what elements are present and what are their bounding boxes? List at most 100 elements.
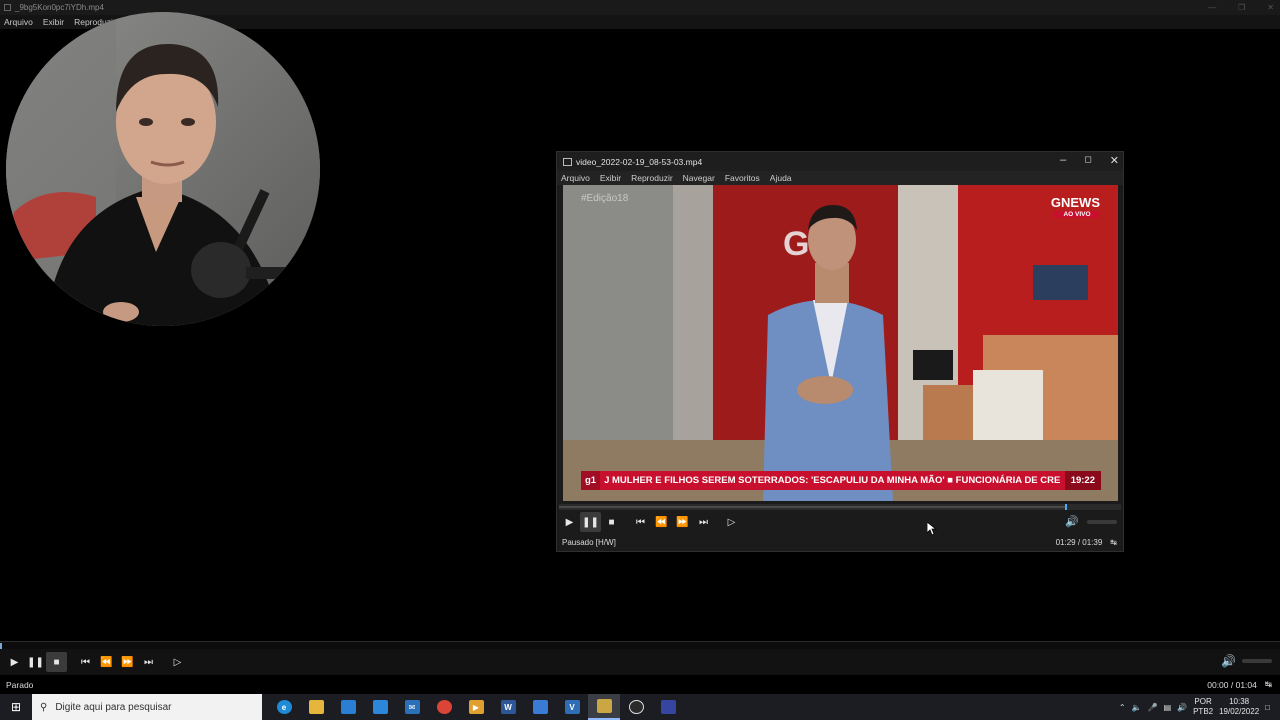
language-bottom: PTB2 — [1193, 707, 1214, 716]
outer-frame-step-button[interactable]: ▷ — [167, 652, 188, 672]
inner-menu-arquivo[interactable]: Arquivo — [561, 173, 590, 183]
inner-seek-fill — [559, 506, 1065, 508]
inner-next-button[interactable]: ⏭ — [693, 512, 714, 532]
outer-status-text: Parado — [6, 679, 34, 690]
app-arrow-icon[interactable] — [332, 694, 364, 720]
webcam-overlay — [6, 12, 320, 326]
inner-rewind-button[interactable]: ⏪ — [651, 512, 672, 532]
inner-forward-button[interactable]: ⏩ — [672, 512, 693, 532]
obs-icon[interactable] — [620, 694, 652, 720]
language-top: POR — [1194, 697, 1212, 706]
maximize-button[interactable]: ❐ — [1238, 3, 1245, 12]
inner-speaker-icon[interactable]: 🔊 — [1065, 515, 1079, 528]
inner-volume-slider[interactable] — [1087, 519, 1117, 524]
inner-play-button[interactable]: ▶ — [559, 512, 580, 532]
outer-statusbar: Parado 00:00 / 01:04 ↹ — [0, 675, 1280, 694]
windows-start-button[interactable]: ⊞ — [0, 694, 32, 720]
volume-icon[interactable]: 🔊 — [1177, 703, 1187, 712]
speaker-icon[interactable]: 🔈 — [1132, 703, 1142, 712]
channel-logo: GNEWS AO VIVO — [1036, 195, 1100, 223]
inner-window-title: video_2022-02-19_08-53-03.mp4 — [576, 156, 703, 167]
clock-date: 19/02/2022 — [1219, 707, 1260, 716]
taskbar-search-placeholder: Digite aqui para pesquisar — [55, 701, 172, 713]
inner-video-frame[interactable]: GN #Edição18 GNEWS AO VIVO g1 J MULHER E… — [563, 185, 1118, 501]
outer-seekbar[interactable] — [0, 641, 1280, 649]
inner-player-window: video_2022-02-19_08-53-03.mp4 – ◻ ✕ Arqu… — [556, 151, 1124, 552]
inner-status-text: Pausado [H/W] — [562, 537, 616, 547]
media-player-icon[interactable] — [588, 694, 620, 720]
outer-window-title: _9bg5Kon0pc7iYDh.mp4 — [15, 3, 104, 12]
system-tray: ⌃ 🔈 🎤 ▤ 🔊 POR PTB2 10:38 19/02/2022 □ — [1119, 694, 1280, 720]
windows-taskbar: ⊞ ⚲ Digite aqui para pesquisar e ✉ ▶ W V… — [0, 694, 1280, 720]
search-icon: ⚲ — [40, 701, 48, 713]
channel-name: GNEWS — [1050, 195, 1100, 210]
inner-menu-exibir[interactable]: Exibir — [600, 173, 621, 183]
inner-previous-button[interactable]: ⏮ — [630, 512, 651, 532]
outer-rewind-button[interactable]: ⏪ — [96, 652, 117, 672]
outer-stop-button[interactable]: ■ — [46, 652, 67, 672]
outer-next-button[interactable]: ⏭ — [138, 652, 159, 672]
inner-controls: ▶ ❚❚ ■ ⏮ ⏪ ⏩ ⏭ ▷ 🔊 — [559, 512, 1121, 532]
inner-menu-reproduzir[interactable]: Reproduzir — [631, 173, 673, 183]
outer-titlebar: _9bg5Kon0pc7iYDh.mp4 — ❐ ✕ — [0, 0, 1280, 15]
inner-close-button[interactable]: ✕ — [1110, 154, 1119, 167]
file-explorer-icon[interactable] — [300, 694, 332, 720]
ticker-text: J MULHER E FILHOS SEREM SOTERRADOS: 'ESC… — [604, 475, 1061, 486]
inner-menubar: Arquivo Exibir Reproduzir Navegar Favori… — [557, 171, 1123, 185]
outer-resize-icon: ↹ — [1264, 679, 1272, 689]
clock-time: 10:38 — [1229, 697, 1250, 706]
outer-play-button[interactable]: ▶ — [4, 652, 25, 672]
menu-arquivo[interactable]: Arquivo — [4, 17, 33, 27]
outer-forward-button[interactable]: ⏩ — [117, 652, 138, 672]
outer-time-display: 00:00 / 01:04 — [1207, 679, 1257, 690]
app-icon-dark[interactable] — [652, 694, 684, 720]
edge-icon[interactable]: e — [268, 694, 300, 720]
ticker-brand: g1 — [581, 471, 601, 490]
network-icon[interactable]: ▤ — [1164, 703, 1172, 712]
webcam-person-image — [6, 12, 320, 326]
news-studio-image: GN — [563, 185, 1118, 501]
inner-statusbar: Pausado [H/W] 01:29 / 01:39 ↹ — [557, 533, 1123, 551]
outer-controls: ▶ ❚❚ ■ ⏮ ⏪ ⏩ ⏭ ▷ 🔊 — [0, 649, 1280, 675]
app-icon — [4, 4, 11, 11]
inner-menu-navegar[interactable]: Navegar — [683, 173, 715, 183]
taskbar-search-box[interactable]: ⚲ Digite aqui para pesquisar — [32, 694, 262, 720]
inner-frame-step-button[interactable]: ▷ — [722, 512, 743, 532]
word-icon[interactable]: W — [492, 694, 524, 720]
inner-resize-icon: ↹ — [1110, 537, 1117, 547]
inner-time-display: 01:29 / 01:39 — [1055, 537, 1103, 547]
inner-menu-favoritos[interactable]: Favoritos — [725, 173, 760, 183]
mouse-cursor-icon — [927, 522, 937, 536]
close-button[interactable]: ✕ — [1267, 3, 1274, 12]
app-icon-blue[interactable] — [524, 694, 556, 720]
chrome-icon[interactable] — [428, 694, 460, 720]
mail-icon[interactable]: ✉ — [396, 694, 428, 720]
live-badge: AO VIVO — [1054, 211, 1100, 218]
outer-previous-button[interactable]: ⏮ — [75, 652, 96, 672]
inner-menu-ajuda[interactable]: Ajuda — [770, 173, 792, 183]
inner-maximize-button[interactable]: ◻ — [1084, 154, 1091, 167]
inner-stop-button[interactable]: ■ — [601, 512, 622, 532]
film-icon — [563, 157, 572, 166]
outer-volume-slider[interactable] — [1242, 659, 1272, 663]
outer-pause-button[interactable]: ❚❚ — [25, 652, 46, 672]
language-indicator[interactable]: POR PTB2 — [1193, 697, 1213, 717]
inner-titlebar: video_2022-02-19_08-53-03.mp4 — [557, 152, 1123, 171]
outer-speaker-icon[interactable]: 🔊 — [1221, 654, 1236, 668]
broadcast-watermark: #Edição18 — [581, 193, 629, 204]
inner-seekbar[interactable] — [559, 504, 1121, 510]
chevron-up-icon[interactable]: ⌃ — [1119, 703, 1126, 712]
microphone-icon[interactable]: 🎤 — [1148, 703, 1158, 712]
store-icon[interactable] — [364, 694, 396, 720]
news-ticker: g1 J MULHER E FILHOS SEREM SOTERRADOS: '… — [581, 471, 1101, 490]
ticker-clock: 19:22 — [1064, 471, 1101, 490]
notification-icon[interactable]: □ — [1265, 703, 1270, 712]
visio-icon[interactable]: V — [556, 694, 588, 720]
inner-seek-thumb[interactable] — [1064, 504, 1067, 510]
inner-minimize-button[interactable]: – — [1060, 154, 1066, 167]
inner-pause-button[interactable]: ❚❚ — [580, 512, 601, 532]
menu-exibir[interactable]: Exibir — [43, 17, 64, 27]
minimize-button[interactable]: — — [1208, 3, 1216, 12]
media-icon[interactable]: ▶ — [460, 694, 492, 720]
clock[interactable]: 10:38 19/02/2022 — [1219, 697, 1259, 717]
